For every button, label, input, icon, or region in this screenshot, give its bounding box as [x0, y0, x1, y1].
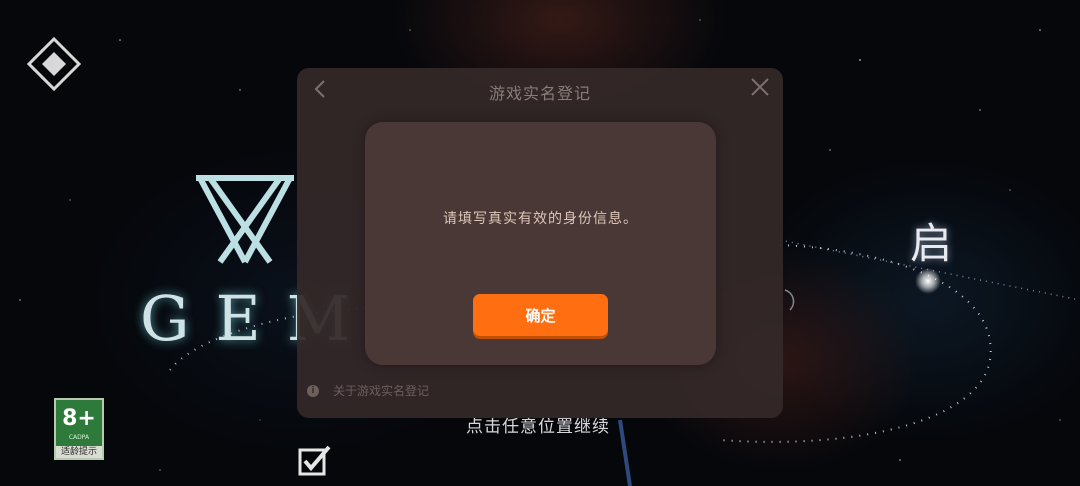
validation-alert: 请填写真实有效的身份信息。 确定 [365, 122, 716, 365]
agreement-checkbox-icon[interactable] [298, 444, 332, 476]
about-registration-link[interactable]: i 关于游戏实名登记 [307, 382, 429, 399]
start-character: 启 [910, 219, 953, 268]
crystal-beam [618, 419, 632, 486]
dialog-title: 游戏实名登记 [488, 84, 591, 103]
menu-diamond-icon[interactable] [26, 36, 82, 92]
info-icon: i [307, 384, 319, 397]
age-rating-value: 8+ [62, 406, 96, 431]
age-rating-badge: 8+ CADPA 适龄提示 [54, 398, 104, 460]
confirm-button[interactable]: 确定 [473, 294, 608, 336]
age-rating-org: CADPA [68, 434, 90, 441]
glowing-star [915, 268, 941, 294]
age-rating-tip: 适龄提示 [56, 446, 102, 458]
close-icon[interactable] [749, 76, 771, 98]
logo-emblem-icon [196, 175, 294, 264]
orbit-arc [784, 289, 795, 311]
game-title-screen[interactable]: GEM 启 8+ CADPA 适龄提示 点击任意位置继续 游戏实名登记 i 关于… [0, 0, 1080, 486]
about-registration-label: 关于游戏实名登记 [333, 384, 430, 398]
alert-message: 请填写真实有效的身份信息。 [443, 211, 638, 227]
